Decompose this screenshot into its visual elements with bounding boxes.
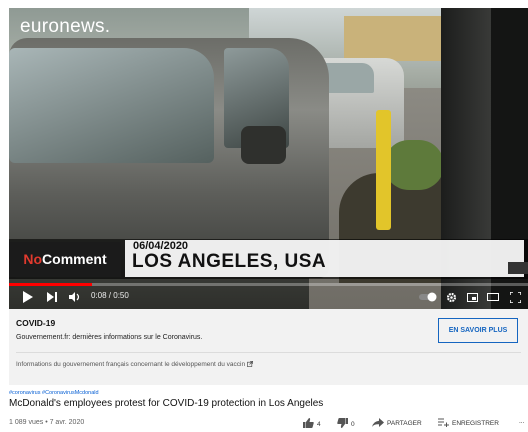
- info-panel-divider: [16, 352, 521, 353]
- miniplayer-icon[interactable]: [464, 289, 480, 305]
- dislike-button[interactable]: 0: [337, 418, 355, 430]
- video-frame-yellow-post: [376, 110, 391, 230]
- next-icon[interactable]: [45, 289, 59, 305]
- settings-icon[interactable]: [443, 289, 459, 305]
- share-label: PARTAGER: [387, 420, 422, 427]
- thumbs-up-icon: [303, 418, 314, 430]
- learn-more-button[interactable]: EN SAVOIR PLUS: [438, 318, 518, 343]
- video-stats: 1 089 vues • 7 avr. 2020: [9, 419, 85, 426]
- external-link-icon: [246, 361, 253, 368]
- vaccine-info-link-text: Informations du gouvernement français co…: [16, 361, 246, 368]
- video-frame-suv-mirror: [241, 126, 286, 164]
- like-button[interactable]: 4: [303, 418, 321, 430]
- video-title: McDonald's employees protest for COVID-1…: [9, 398, 324, 409]
- info-panel-title: COVID-19: [16, 318, 56, 328]
- vaccine-info-link[interactable]: Informations du gouvernement français co…: [16, 361, 253, 368]
- video-player[interactable]: euronews. NoComment 06/04/2020 LOS ANGEL…: [9, 8, 528, 309]
- time-display: 0:08 / 0:50: [91, 291, 129, 300]
- fullscreen-icon[interactable]: [507, 289, 523, 305]
- covid-info-panel: COVID-19 Gouvernement.fr: dernières info…: [9, 309, 528, 385]
- video-frame-plants: [384, 140, 444, 190]
- player-controls: 0:08 / 0:50: [9, 286, 528, 309]
- video-frame-suv-windshield: [9, 48, 214, 163]
- more-actions-button[interactable]: ...: [519, 418, 524, 425]
- overlay-corner-logo: [508, 262, 528, 274]
- save-button[interactable]: ENREGISTRER: [438, 418, 499, 429]
- share-arrow-icon: [372, 418, 384, 429]
- nocomment-prefix: No: [23, 251, 43, 267]
- nocomment-brand: NoComment: [9, 242, 121, 277]
- playlist-add-icon: [438, 418, 449, 429]
- dislike-count: 0: [351, 420, 355, 428]
- like-count: 4: [317, 420, 321, 428]
- euronews-logo: euronews.: [20, 16, 111, 37]
- nocomment-suffix: Comment: [42, 251, 107, 267]
- info-panel-subtitle: Gouvernement.fr: dernières informations …: [16, 334, 203, 341]
- video-frame-building: [344, 16, 454, 61]
- overlay-location: LOS ANGELES, USA: [132, 251, 327, 272]
- save-label: ENREGISTRER: [452, 420, 499, 427]
- more-icon: ...: [519, 418, 525, 425]
- volume-icon[interactable]: [67, 289, 83, 305]
- autoplay-toggle-icon[interactable]: [417, 289, 439, 305]
- share-button[interactable]: PARTAGER: [372, 418, 422, 429]
- theater-icon[interactable]: [485, 289, 501, 305]
- video-hashtags[interactable]: #coronavirus #CoronavirusMcdonald: [9, 390, 99, 396]
- thumbs-down-icon: [337, 418, 348, 430]
- play-icon[interactable]: [21, 289, 35, 305]
